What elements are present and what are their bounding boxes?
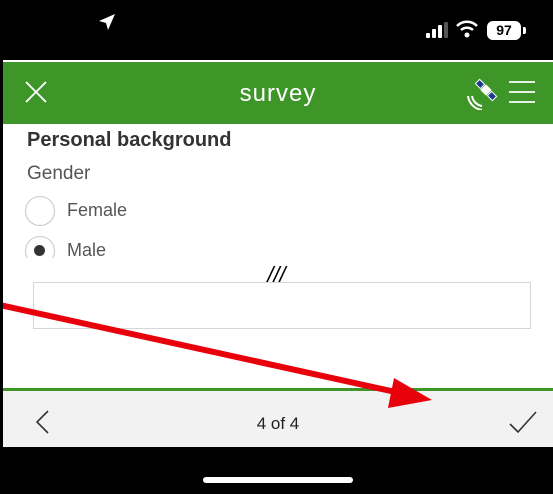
annotation-arrow — [0, 302, 432, 408]
